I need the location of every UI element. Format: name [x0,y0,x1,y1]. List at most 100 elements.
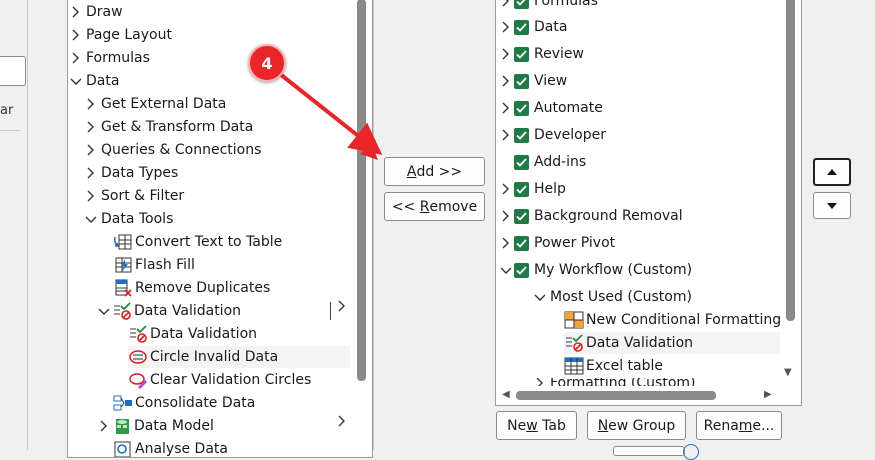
checkbox-checked-icon[interactable] [514,127,529,143]
ribbon-tab-data[interactable]: Data [500,16,567,38]
right-tree-hscrollbar[interactable]: ◀ ▶ [496,386,784,404]
checkbox-checked-icon[interactable] [514,154,529,170]
data-validation-icon [128,325,148,343]
ribbon-tab-background-removal[interactable]: Background Removal [500,205,683,227]
command-clear-validation-circles[interactable]: Clear Validation Circles [128,369,311,391]
chevron-right-icon[interactable] [500,48,514,60]
tree-item-sort-filter[interactable]: Sort & Filter [85,185,184,207]
group-most-used[interactable]: Most Used (Custom) [534,286,692,308]
checkbox-checked-icon[interactable] [514,262,529,278]
ribbon-tab-help[interactable]: Help [500,178,566,200]
chevron-down-icon[interactable] [534,292,548,302]
ribbon-tabs-tree[interactable]: Formulas Data Review View Automate Devel… [495,0,802,406]
ribbon-tab-add-ins[interactable]: Add-ins [514,151,586,173]
ribbon-tab-power-pivot[interactable]: Power Pivot [500,232,615,254]
add-button[interactable]: Add >> [384,157,485,186]
tree-item-data-model[interactable]: Data Model [98,415,368,437]
split-divider [330,302,331,320]
scroll-right-arrow-icon[interactable]: ▶ [764,389,772,400]
tree-item-draw[interactable]: Draw [70,1,123,23]
partial-label: ar [0,103,14,118]
command-circle-invalid-data[interactable]: Circle Invalid Data [128,346,350,368]
checkbox-checked-icon[interactable] [514,181,529,197]
chevron-right-icon[interactable] [85,121,99,133]
hscroll-thumb[interactable] [516,391,716,400]
consolidate-icon [113,394,133,412]
info-icon [683,444,699,460]
command-remove-duplicates[interactable]: Remove Duplicates [113,277,270,299]
tree-item-queries-connections[interactable]: Queries & Connections [85,139,261,161]
tree-item-get-transform-data[interactable]: Get & Transform Data [85,116,253,138]
chevron-right-icon[interactable] [336,415,350,427]
ribbon-tab-automate[interactable]: Automate [500,97,603,119]
chevron-right-icon[interactable] [500,21,514,33]
new-tab-button[interactable]: Ne w Tab [496,411,577,440]
checkbox-checked-icon[interactable] [514,100,529,116]
partial-input-field[interactable] [0,56,26,86]
table-icon [564,357,584,375]
ribbon-tab-review[interactable]: Review [500,43,584,65]
ribbon-tab-my-workflow[interactable]: My Workflow (Custom) [500,259,692,281]
chevron-down-icon[interactable] [98,306,112,316]
tree-item-data-types[interactable]: Data Types [85,162,178,184]
right-tree-scrollbar-thumb[interactable] [786,0,795,321]
tree-item-page-layout[interactable]: Page Layout [70,24,172,46]
checkbox-checked-icon[interactable] [514,73,529,89]
command-flash-fill[interactable]: Flash Fill [113,254,195,276]
commands-tree[interactable]: Draw Page Layout Formulas Data Get Exter… [67,0,373,458]
chevron-right-icon[interactable] [85,144,99,156]
command-data-validation-added[interactable]: Data Validation [564,332,780,354]
chevron-right-icon[interactable] [70,52,84,64]
new-group-button[interactable]: New Group [587,411,686,440]
command-consolidate-data[interactable]: Consolidate Data [113,392,255,414]
chevron-right-icon[interactable] [500,129,514,141]
checkbox-checked-icon[interactable] [514,208,529,224]
chevron-right-icon[interactable] [500,0,514,7]
chevron-right-icon[interactable] [85,98,99,110]
command-excel-table[interactable]: Excel table [564,355,663,377]
tree-item-formulas[interactable]: Formulas [70,47,150,69]
command-data-validation[interactable]: Data Validation [128,323,257,345]
tree-item-data-tools[interactable]: Data Tools [85,208,173,230]
scroll-left-arrow-icon[interactable]: ◀ [502,389,510,400]
ribbon-tab-developer[interactable]: Developer [500,124,606,146]
left-tree-scrollbar-thumb[interactable] [357,0,366,381]
chevron-right-icon[interactable] [500,210,514,222]
command-convert-text-to-table[interactable]: Convert Text to Table [113,231,282,253]
circle-invalid-data-icon [128,348,148,366]
analyse-data-icon [113,440,133,457]
chevron-right-icon[interactable] [70,29,84,41]
chevron-right-icon[interactable] [70,6,84,18]
command-new-conditional-formatting[interactable]: New Conditional Formatting [564,309,781,331]
chevron-right-icon[interactable] [336,300,350,312]
chevron-right-icon[interactable] [85,167,99,179]
chevron-down-icon[interactable] [500,265,514,275]
tree-item-data-validation-group[interactable]: Data Validation [98,300,368,322]
tree-item-data[interactable]: Data [70,70,119,92]
chevron-right-icon[interactable] [500,75,514,87]
chevron-right-icon[interactable] [85,190,99,202]
chevron-right-icon[interactable] [500,237,514,249]
remove-button[interactable]: << Remove [384,192,485,221]
chevron-down-icon[interactable] [70,76,84,86]
move-down-button[interactable] [813,192,851,219]
data-validation-icon [112,302,132,320]
move-up-button[interactable] [813,158,851,186]
partial-reset-control[interactable] [613,446,685,456]
data-validation-icon [564,334,584,352]
chevron-down-icon[interactable] [85,214,99,224]
divider [0,130,20,131]
command-analyse-data[interactable]: Analyse Data [113,438,228,457]
checkbox-checked-icon[interactable] [514,235,529,251]
checkbox-checked-icon[interactable] [514,46,529,62]
checkbox-checked-icon[interactable] [514,0,529,9]
tree-item-get-external-data[interactable]: Get External Data [85,93,226,115]
chevron-right-icon[interactable] [98,420,112,432]
scroll-down-arrow-icon[interactable]: ▼ [784,367,792,378]
ribbon-tab-formulas[interactable]: Formulas [500,0,598,12]
chevron-right-icon[interactable] [500,102,514,114]
chevron-right-icon[interactable] [500,183,514,195]
ribbon-tab-view[interactable]: View [500,70,567,92]
rename-button[interactable]: Rena m e... [696,411,782,440]
checkbox-checked-icon[interactable] [514,19,529,35]
